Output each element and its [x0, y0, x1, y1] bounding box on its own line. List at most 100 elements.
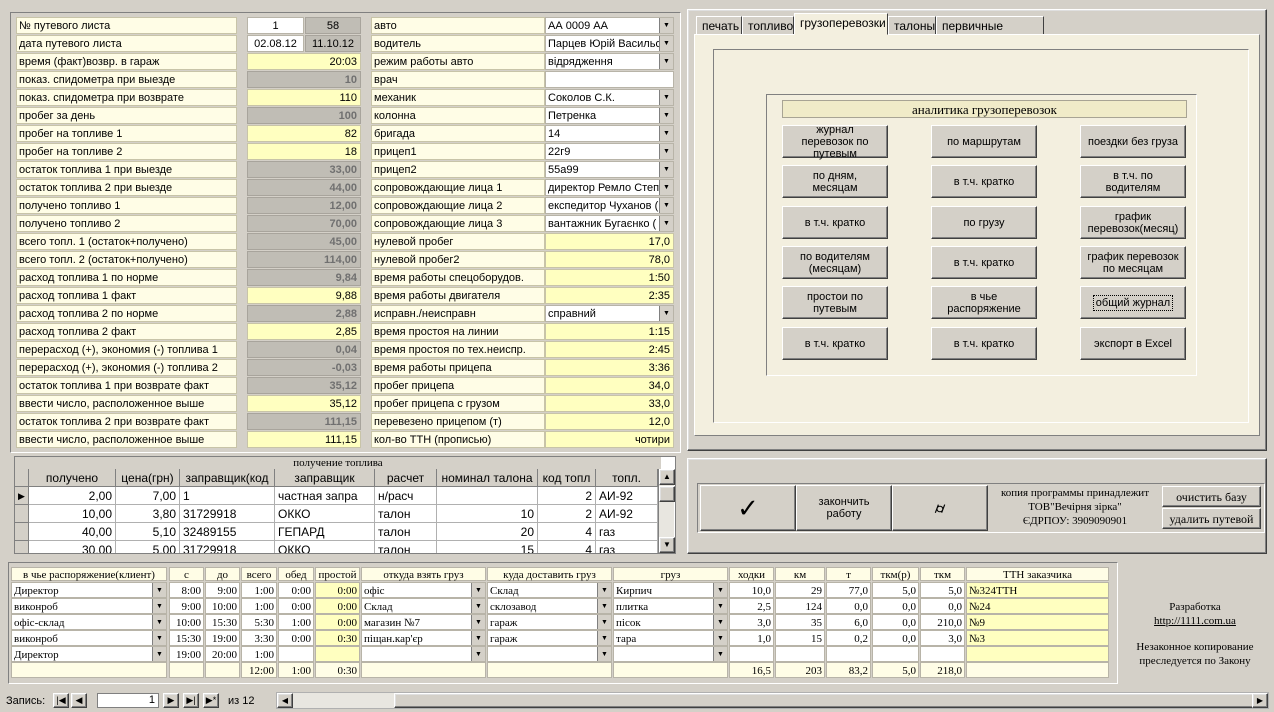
cargo-combo[interactable]: гараж ▼ — [487, 630, 612, 646]
analytics-button[interactable]: по грузу — [931, 206, 1037, 239]
cargo-cell[interactable]: 15:30 — [205, 614, 240, 630]
cargo-cell[interactable]: 5,0 — [872, 582, 919, 598]
cargo-cell[interactable]: 0,0 — [920, 598, 965, 614]
analytics-button[interactable]: в т.ч. кратко — [782, 327, 888, 360]
cargo-cell[interactable]: 0:00 — [278, 582, 314, 598]
fuel-cell[interactable]: 31729918 — [180, 505, 275, 523]
form-input[interactable] — [545, 71, 674, 88]
fuel-cell[interactable]: 31729918 — [180, 541, 275, 553]
fuel-cell[interactable]: ОККО — [275, 505, 375, 523]
cargo-combo[interactable]: піщан.кар'єр ▼ — [361, 630, 486, 646]
form-combo[interactable]: Парцев Юрій Васильо ▼ — [545, 35, 674, 52]
chevron-down-icon[interactable]: ▼ — [597, 647, 611, 661]
analytics-button[interactable]: экспорт в Excel — [1080, 327, 1186, 360]
fuel-cell[interactable]: н/расч — [375, 487, 437, 505]
form-input[interactable]: 2:45 — [545, 341, 674, 358]
chevron-down-icon[interactable]: ▼ — [659, 54, 673, 69]
cargo-combo[interactable]: плитка ▼ — [613, 598, 728, 614]
form-input[interactable]: 2,85 — [247, 323, 361, 340]
chevron-down-icon[interactable]: ▼ — [597, 615, 611, 629]
form-input[interactable]: 82 — [247, 125, 361, 142]
cargo-cell[interactable]: 1:00 — [241, 598, 277, 614]
form-input[interactable]: 33,0 — [545, 395, 674, 412]
cargo-combo[interactable]: офіс ▼ — [361, 582, 486, 598]
fuel-cell[interactable]: АИ-92 — [596, 487, 658, 505]
chevron-down-icon[interactable]: ▼ — [713, 647, 727, 661]
chevron-down-icon[interactable]: ▼ — [152, 615, 166, 629]
record-number-input[interactable]: 1 — [97, 693, 159, 708]
analytics-button[interactable]: в т.ч. кратко — [931, 327, 1037, 360]
form-input[interactable]: чотири — [545, 431, 674, 448]
cargo-cell[interactable]: 0:00 — [315, 598, 360, 614]
chevron-down-icon[interactable]: ▼ — [659, 108, 673, 123]
tab-3[interactable]: грузоперевозки — [794, 13, 888, 35]
cargo-cell[interactable]: 0:00 — [315, 582, 360, 598]
cargo-combo[interactable]: Склад ▼ — [487, 582, 612, 598]
cargo-combo[interactable]: виконроб ▼ — [11, 630, 167, 646]
cargo-cell[interactable] — [775, 646, 825, 662]
fuel-cell[interactable]: 10,00 — [29, 505, 116, 523]
cargo-cell[interactable]: 210,0 — [920, 614, 965, 630]
cargo-cell[interactable]: 124 — [775, 598, 825, 614]
analytics-button[interactable]: график перевозок(месяц) — [1080, 206, 1186, 239]
fuel-cell[interactable]: 2,00 — [29, 487, 116, 505]
chevron-down-icon[interactable]: ▼ — [713, 599, 727, 613]
cargo-cell[interactable]: 2,5 — [729, 598, 774, 614]
analytics-button[interactable]: в т.ч. кратко — [931, 165, 1037, 198]
cargo-cell[interactable]: 3,0 — [920, 630, 965, 646]
fuel-cell[interactable]: 3,80 — [116, 505, 180, 523]
analytics-button[interactable]: по маршрутам — [931, 125, 1037, 158]
tab-5[interactable]: первичные данные — [936, 16, 1044, 47]
cargo-cell[interactable] — [872, 646, 919, 662]
analytics-button[interactable]: в т.ч. кратко — [782, 206, 888, 239]
form-input[interactable]: 3:36 — [545, 359, 674, 376]
analytics-button[interactable]: по водителям (месяцам) — [782, 246, 888, 279]
chevron-down-icon[interactable]: ▼ — [152, 583, 166, 597]
cargo-cell[interactable]: 1:00 — [241, 582, 277, 598]
chevron-down-icon[interactable]: ▼ — [471, 599, 485, 613]
tab-2[interactable]: топливо — [742, 16, 794, 35]
analytics-button[interactable]: по дням, месяцам — [782, 165, 888, 198]
fuel-cell[interactable]: 30,00 — [29, 541, 116, 553]
cargo-cell[interactable]: 3:30 — [241, 630, 277, 646]
developer-link[interactable]: http://1111.com.ua — [1126, 614, 1264, 628]
fuel-cell[interactable]: 40,00 — [29, 523, 116, 541]
fuel-cell[interactable]: 15 — [437, 541, 538, 553]
analytics-button[interactable]: график перевозок по месяцам — [1080, 246, 1186, 279]
chevron-down-icon[interactable]: ▼ — [659, 306, 673, 321]
chevron-down-icon[interactable]: ▼ — [659, 162, 673, 177]
form-value[interactable]: 1 — [247, 17, 304, 34]
prev-record-icon[interactable]: ◀ — [71, 693, 87, 708]
cargo-cell[interactable]: 0,0 — [872, 598, 919, 614]
cargo-cell[interactable]: 0,2 — [826, 630, 871, 646]
form-input[interactable]: 17,0 — [545, 233, 674, 250]
form-input[interactable]: 111,15 — [247, 431, 361, 448]
cargo-combo[interactable]: Склад ▼ — [361, 598, 486, 614]
fuel-cell[interactable]: АИ-92 — [596, 505, 658, 523]
chevron-down-icon[interactable]: ▼ — [659, 216, 673, 231]
cargo-cell[interactable]: 19:00 — [169, 646, 204, 662]
cargo-cell[interactable]: 10:00 — [169, 614, 204, 630]
form-combo[interactable]: Соколов С.К. ▼ — [545, 89, 674, 106]
cargo-combo[interactable]: ▼ — [487, 646, 612, 662]
fuel-cell[interactable]: 2 — [538, 487, 596, 505]
chevron-down-icon[interactable]: ▼ — [713, 631, 727, 645]
form-input[interactable]: 20:03 — [247, 53, 361, 70]
cargo-cell[interactable]: 10,0 — [729, 582, 774, 598]
chevron-down-icon[interactable]: ▼ — [659, 180, 673, 195]
cargo-cell[interactable]: №3 — [966, 630, 1109, 646]
cargo-combo[interactable]: магазин №7 ▼ — [361, 614, 486, 630]
cargo-cell[interactable] — [729, 646, 774, 662]
fuel-cell[interactable]: 10 — [437, 505, 538, 523]
cargo-cell[interactable]: 9:00 — [169, 598, 204, 614]
confirm-button[interactable]: ✓ — [700, 485, 796, 531]
cargo-cell[interactable]: №324ТТН — [966, 582, 1109, 598]
chevron-down-icon[interactable]: ▼ — [152, 599, 166, 613]
cargo-combo[interactable]: виконроб ▼ — [11, 598, 167, 614]
fuel-cell[interactable]: 5,00 — [116, 541, 180, 553]
delete-waybill-button[interactable]: удалить путевой — [1162, 508, 1261, 529]
analytics-button[interactable]: общий журнал — [1080, 286, 1186, 319]
analytics-button[interactable]: в т.ч. кратко — [931, 246, 1037, 279]
analytics-button[interactable]: в т.ч. по водителям — [1080, 165, 1186, 198]
form-combo[interactable]: директор Ремло Степ ▼ — [545, 179, 674, 196]
